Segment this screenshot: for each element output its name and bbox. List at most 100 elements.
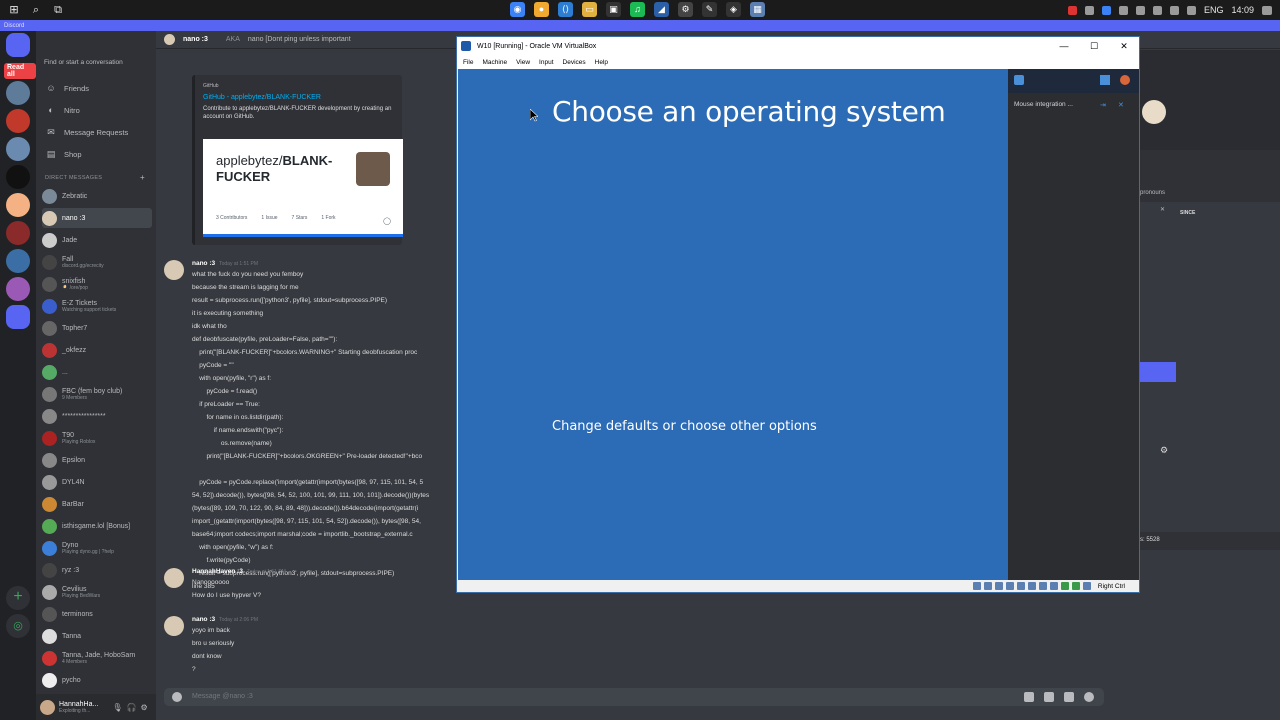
- optical-drive-icon[interactable]: [983, 582, 992, 590]
- message-author[interactable]: HannahHaven :3: [192, 568, 243, 575]
- avatar[interactable]: [164, 616, 184, 636]
- dm-item[interactable]: E-Z Tickets Watching support tickets: [42, 296, 152, 316]
- dm-item[interactable]: nano :3: [42, 208, 152, 228]
- create-dm-icon[interactable]: +: [140, 173, 145, 182]
- tray-icon[interactable]: [1135, 5, 1145, 15]
- explore-servers-icon[interactable]: ◎: [6, 614, 30, 638]
- clear-icon[interactable]: [1120, 75, 1130, 85]
- dm-item[interactable]: ...: [42, 362, 152, 382]
- dm-item[interactable]: Epsilon: [42, 450, 152, 470]
- avatar[interactable]: [40, 699, 55, 715]
- terminal-app-icon[interactable]: ▣: [606, 2, 621, 17]
- vscode-app-icon[interactable]: ⟨⟩: [558, 2, 573, 17]
- tray-icon[interactable]: [1101, 5, 1111, 15]
- sort-icon[interactable]: [1100, 75, 1110, 85]
- network-icon[interactable]: [1005, 582, 1014, 590]
- headphones-icon[interactable]: 🎧: [126, 703, 136, 712]
- embed-title-link[interactable]: GitHub - applebytez/BLANK-FUCKER: [203, 94, 394, 101]
- search-icon[interactable]: ⌕: [30, 4, 42, 16]
- message-author[interactable]: nano :3: [192, 260, 215, 267]
- avatar[interactable]: [164, 260, 184, 280]
- server-icon[interactable]: [6, 277, 30, 301]
- notification-icon[interactable]: [1262, 5, 1272, 15]
- dm-item[interactable]: DYL4N: [42, 472, 152, 492]
- usb-icon[interactable]: [1016, 582, 1025, 590]
- menu-machine[interactable]: Machine: [482, 59, 507, 66]
- display-icon[interactable]: [1038, 582, 1047, 590]
- embed-card-image[interactable]: applebytez/BLANK-FUCKER 3 Contributors 1…: [203, 139, 403, 237]
- dm-item[interactable]: BarBar: [42, 494, 152, 514]
- nav-message-requests[interactable]: ✉ Message Requests: [46, 127, 128, 137]
- maximize-icon[interactable]: ☐: [1087, 39, 1101, 53]
- close-icon[interactable]: ✕: [1160, 206, 1165, 213]
- settings-gear-icon[interactable]: ⚙: [1160, 445, 1168, 456]
- conversation-search-input[interactable]: Find or start a conversation: [40, 56, 152, 70]
- windows-start-icon[interactable]: ⊞: [8, 4, 20, 16]
- close-icon[interactable]: ✕: [1118, 101, 1124, 109]
- add-server-icon[interactable]: +: [6, 586, 30, 610]
- gif-icon[interactable]: [1044, 692, 1054, 702]
- audio-icon[interactable]: [994, 582, 1003, 590]
- dm-item[interactable]: Dyno Playing dyno.gg | ?help: [42, 538, 152, 558]
- hard-disk-icon[interactable]: [972, 582, 981, 590]
- app-icon[interactable]: ◢: [654, 2, 669, 17]
- clock[interactable]: 14:09: [1231, 5, 1254, 15]
- virtualbox-app-icon[interactable]: ▦: [750, 2, 765, 17]
- vm-display[interactable]: Choose an operating system Change defaul…: [458, 69, 1008, 580]
- dm-item[interactable]: snixfish 🍳 /ore/pop: [42, 274, 152, 294]
- dm-item[interactable]: ryz :3: [42, 560, 152, 580]
- microphone-icon[interactable]: 🎙: [112, 703, 122, 712]
- speaker-icon[interactable]: [1186, 5, 1196, 15]
- menu-view[interactable]: View: [516, 59, 530, 66]
- selected-item[interactable]: [1140, 362, 1176, 382]
- language-indicator[interactable]: ENG: [1204, 5, 1224, 15]
- dm-item[interactable]: T90 Playing Roblox: [42, 428, 152, 448]
- menu-help[interactable]: Help: [595, 59, 608, 66]
- dm-item[interactable]: ****************: [42, 406, 152, 426]
- menu-file[interactable]: File: [463, 59, 473, 66]
- task-view-icon[interactable]: ⧉: [52, 4, 64, 16]
- server-icon[interactable]: [6, 109, 30, 133]
- shared-folders-icon[interactable]: [1027, 582, 1036, 590]
- read-all-badge[interactable]: Read all: [4, 63, 36, 79]
- file-explorer-icon[interactable]: ▭: [582, 2, 597, 17]
- tray-icon[interactable]: [1067, 5, 1077, 15]
- nav-nitro[interactable]: ◐ Nitro: [46, 105, 80, 115]
- dm-item[interactable]: pycho: [42, 670, 152, 690]
- dm-item[interactable]: Topher7: [42, 318, 152, 338]
- nav-shop[interactable]: ▤ Shop: [46, 149, 82, 159]
- server-icon[interactable]: [6, 249, 30, 273]
- gift-icon[interactable]: [1024, 692, 1034, 702]
- app-icon[interactable]: ✎: [702, 2, 717, 17]
- dm-item[interactable]: Jade: [42, 230, 152, 250]
- emoji-icon[interactable]: [1084, 692, 1094, 702]
- tray-icon[interactable]: [1084, 5, 1094, 15]
- discord-home-icon[interactable]: [6, 33, 30, 57]
- message-author[interactable]: nano :3: [192, 616, 215, 623]
- dm-item[interactable]: FBC (fem boy club) 9 Members: [42, 384, 152, 404]
- spotify-app-icon[interactable]: ♫: [630, 2, 645, 17]
- settings-app-icon[interactable]: ⚙: [678, 2, 693, 17]
- app-icon[interactable]: ◈: [726, 2, 741, 17]
- dm-item[interactable]: _okfezz: [42, 340, 152, 360]
- nav-friends[interactable]: ☺ Friends: [46, 83, 89, 93]
- minimize-icon[interactable]: —: [1057, 39, 1071, 53]
- dm-item[interactable]: Cevilius Playing BedWars: [42, 582, 152, 602]
- notification-icon[interactable]: [1014, 75, 1024, 85]
- server-icon[interactable]: [6, 193, 30, 217]
- dm-item[interactable]: terminons: [42, 604, 152, 624]
- recording-icon[interactable]: [1049, 582, 1058, 590]
- menu-devices[interactable]: Devices: [563, 59, 586, 66]
- dm-item[interactable]: Tanna, Jade, HoboSam 4 Members: [42, 648, 152, 668]
- cpu-icon[interactable]: [1060, 582, 1069, 590]
- server-icon[interactable]: [6, 221, 30, 245]
- settings-gear-icon[interactable]: ⚙: [140, 703, 147, 712]
- mouse-integration-icon[interactable]: [1071, 582, 1080, 590]
- server-icon[interactable]: [6, 137, 30, 161]
- dm-item[interactable]: Zebratic: [42, 186, 152, 206]
- dm-item[interactable]: Tanna: [42, 626, 152, 646]
- tray-icon[interactable]: [1118, 5, 1128, 15]
- close-icon[interactable]: ✕: [1117, 39, 1131, 53]
- change-defaults-option[interactable]: Change defaults or choose other options: [552, 419, 817, 434]
- server-folder-icon[interactable]: [6, 305, 30, 329]
